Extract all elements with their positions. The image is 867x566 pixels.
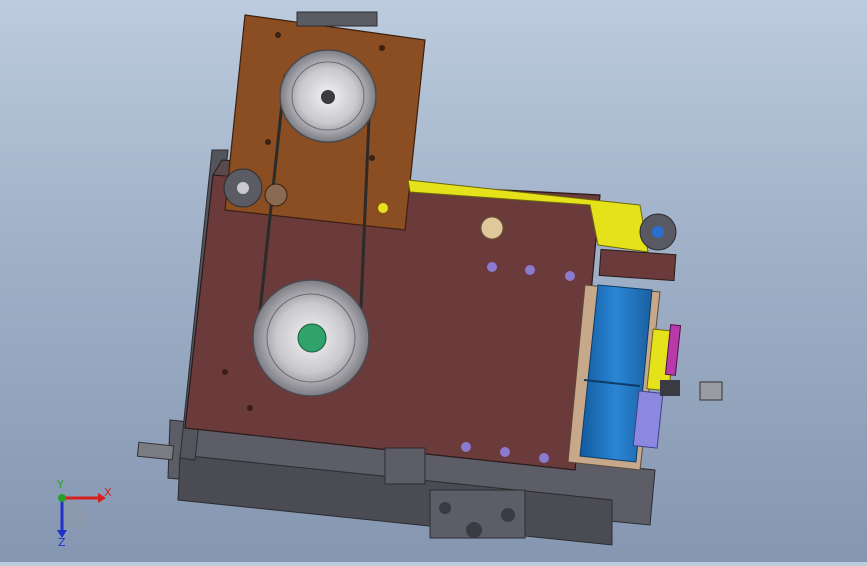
y-axis-dot [58,494,66,502]
y-axis-label: Y [56,478,64,491]
upper-pulley [279,49,377,143]
x-axis-label: X [104,486,112,499]
lower-pulley [252,279,370,397]
graphics-viewport[interactable] [0,0,867,562]
z-axis-label: Z [58,536,66,548]
cad-model-view[interactable] [0,0,867,562]
coordinate-triad: X Y Z [40,478,130,549]
triad-plane-shading [62,497,91,528]
